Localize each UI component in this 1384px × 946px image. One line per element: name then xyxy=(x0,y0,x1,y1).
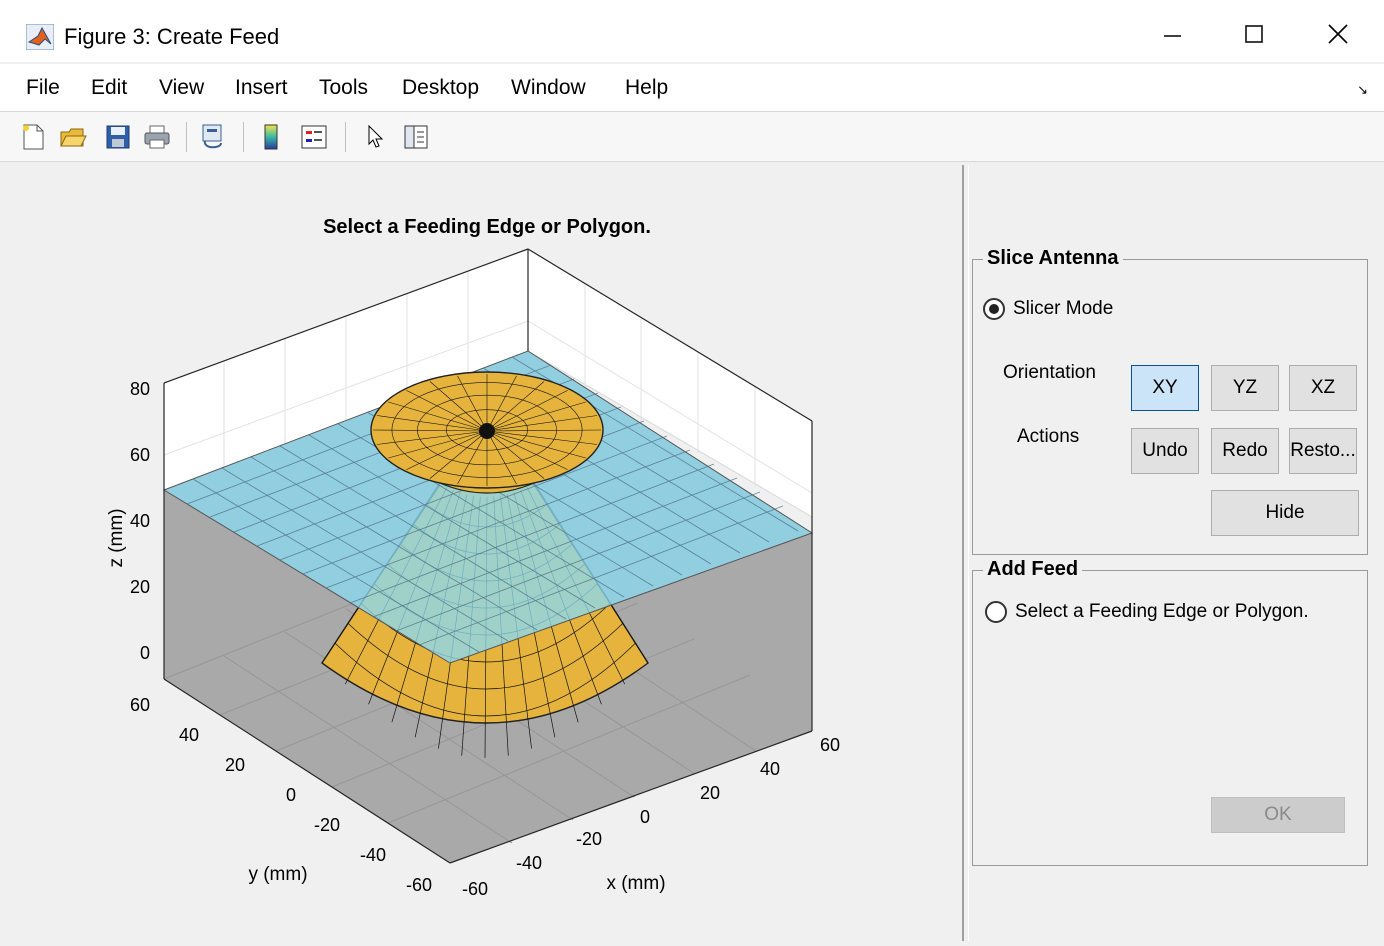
redo-button[interactable]: Redo xyxy=(1211,428,1279,474)
link-plot-icon[interactable] xyxy=(196,120,230,154)
x-tick-label: 60 xyxy=(820,735,840,755)
z-tick-label: 20 xyxy=(130,577,150,597)
menu-help[interactable]: Help xyxy=(625,76,668,100)
y-tick-label: 40 xyxy=(179,725,199,745)
menu-desktop[interactable]: Desktop xyxy=(402,76,479,100)
new-figure-icon[interactable] xyxy=(16,120,50,154)
minimize-icon xyxy=(1164,35,1181,37)
x-tick-label: -60 xyxy=(462,879,488,899)
undo-button[interactable]: Undo xyxy=(1131,428,1199,474)
z-tick-label: 60 xyxy=(130,445,150,465)
menu-insert[interactable]: Insert xyxy=(235,76,288,100)
toolbar-separator xyxy=(186,122,187,152)
y-tick-label: -40 xyxy=(360,845,386,865)
orientation-xy-button[interactable]: XY xyxy=(1131,365,1199,411)
ok-button[interactable]: OK xyxy=(1211,797,1345,833)
dock-arrow-icon[interactable]: ↘ xyxy=(1357,82,1368,98)
plot-title: Select a Feeding Edge or Polygon. xyxy=(323,216,651,238)
z-axis-label: z (mm) xyxy=(106,508,127,567)
menu-file[interactable]: File xyxy=(26,76,60,100)
x-tick-label: -20 xyxy=(576,829,602,849)
y-tick-label: 0 xyxy=(286,785,296,805)
orientation-label: Orientation xyxy=(1003,362,1096,383)
toolbar-separator xyxy=(243,122,244,152)
menu-bar: File Edit View Insert Tools Desktop Wind… xyxy=(0,64,1384,112)
open-file-icon[interactable] xyxy=(56,120,90,154)
y-tick-label: 60 xyxy=(130,695,150,715)
maximize-icon xyxy=(1245,25,1263,43)
z-tick-label: 80 xyxy=(130,379,150,399)
y-tick-label: -20 xyxy=(314,815,340,835)
panel-splitter[interactable] xyxy=(962,165,969,941)
slicer-mode-radio[interactable] xyxy=(983,298,1005,320)
y-tick-label: 20 xyxy=(225,755,245,775)
x-axis-label: x (mm) xyxy=(606,873,665,894)
edit-plot-icon[interactable] xyxy=(358,120,392,154)
toolbar xyxy=(0,112,1384,162)
select-feeding-edge-radio[interactable] xyxy=(985,601,1007,623)
slice-antenna-title: Slice Antenna xyxy=(983,247,1123,270)
orientation-xz-button[interactable]: XZ xyxy=(1289,365,1357,411)
select-feeding-edge-label: Select a Feeding Edge or Polygon. xyxy=(1015,601,1309,622)
plot-area: Select a Feeding Edge or Polygon. z (mm)… xyxy=(0,163,962,941)
maximize-button[interactable] xyxy=(1222,14,1286,54)
add-feed-panel: Add Feed Select a Feeding Edge or Polygo… xyxy=(972,558,1368,866)
matlab-logo-icon xyxy=(26,24,54,50)
z-ticks: 80 60 40 20 0 xyxy=(130,379,150,663)
colorbar-icon[interactable] xyxy=(254,120,288,154)
slice-antenna-panel: Slice Antenna Slicer Mode Orientation Ac… xyxy=(972,247,1368,555)
z-tick-label: 40 xyxy=(130,511,150,531)
menu-tools[interactable]: Tools xyxy=(319,76,368,100)
restore-button[interactable]: Resto... xyxy=(1289,428,1357,474)
hide-button[interactable]: Hide xyxy=(1211,490,1359,536)
toolbar-separator xyxy=(345,122,346,152)
z-tick-label: 0 xyxy=(140,643,150,663)
orientation-yz-button[interactable]: YZ xyxy=(1211,365,1279,411)
close-button[interactable] xyxy=(1306,14,1370,54)
x-tick-label: 40 xyxy=(760,759,780,779)
add-feed-title: Add Feed xyxy=(983,558,1083,581)
window-title: Figure 3: Create Feed xyxy=(64,24,280,49)
y-axis-label: y (mm) xyxy=(248,864,307,885)
close-icon xyxy=(1328,24,1348,44)
actions-label: Actions xyxy=(1017,426,1080,447)
disc-center xyxy=(479,423,495,439)
menu-edit[interactable]: Edit xyxy=(91,76,127,100)
save-icon[interactable] xyxy=(101,120,135,154)
y-tick-label: -60 xyxy=(406,875,432,895)
slicer-mode-label: Slicer Mode xyxy=(1013,298,1114,319)
property-inspector-icon[interactable] xyxy=(399,120,433,154)
menu-view[interactable]: View xyxy=(159,76,204,100)
print-icon[interactable] xyxy=(140,120,174,154)
x-tick-label: 20 xyxy=(700,783,720,803)
title-bar: Figure 3: Create Feed xyxy=(0,0,1384,62)
minimize-button[interactable] xyxy=(1140,14,1204,54)
menu-window[interactable]: Window xyxy=(511,76,586,100)
legend-icon[interactable] xyxy=(297,120,331,154)
x-tick-label: -40 xyxy=(516,853,542,873)
axes[interactable]: Select a Feeding Edge or Polygon. z (mm)… xyxy=(0,163,962,941)
x-tick-label: 0 xyxy=(640,807,650,827)
